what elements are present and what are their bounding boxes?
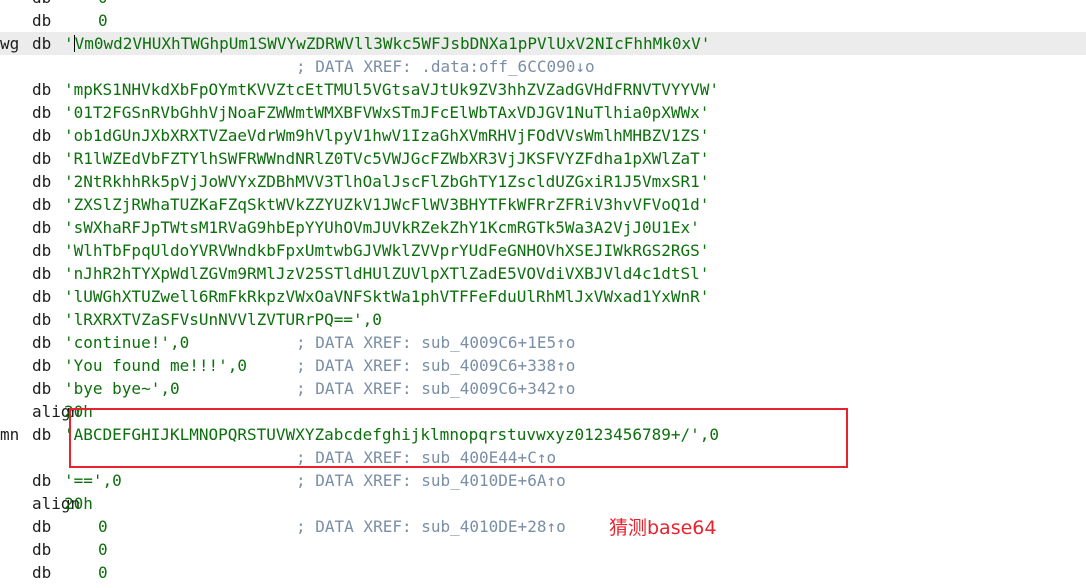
listing-row[interactable]: db 'sWXhaRFJpTWtsM1RVaG9hbEpYYUhOVmJUVkRZ… (0, 216, 1086, 239)
row-comment: ; DATA XREF: .data:off_6CC090↓o (296, 57, 595, 76)
row-directive: db (32, 471, 52, 490)
row-operand: 'ob1dGUnJXbXRXTVZaeVdrWm9hVlpyV1hwV1IzaG… (64, 126, 710, 145)
row-operand: 'lRXRXTVZaSFVsUnNVVlZVTURrPQ==',0 (64, 310, 382, 329)
listing-row[interactable]: db 'mpKS1NHVkdXbFpOYmtKVVZtcEtTMUl5VGtsaV… (0, 78, 1086, 101)
text-cursor (73, 35, 75, 52)
row-operand: '2NtRkhhRk5pVjJoWVYxZDBhMVV3TlhOalJscFlZ… (64, 172, 710, 191)
listing-row[interactable]: db 'ob1dGUnJXbXRXTVZaeVdrWm9hVlpyV1hwV1Iz… (0, 124, 1086, 147)
row-directive: db (32, 333, 52, 352)
listing-row[interactable]: db 'ZXSlZjRWhaTUZKaFZqSktWVkZZYUZkV1JWcFl… (0, 193, 1086, 216)
listing-row[interactable]: db 0 (0, 0, 1086, 9)
row-operand: 'sWXhaRFJpTWtsM1RVaG9hbEpYYUhOVmJUVkRZek… (64, 218, 700, 237)
listing-row[interactable]: align 20h (0, 492, 1086, 515)
row-operand: 0 (98, 0, 108, 9)
listing-row[interactable]: db 'You found me!!!',0 ; DATA XREF: sub_40… (0, 354, 1086, 377)
row-directive: db (32, 425, 52, 444)
row-operand: 'mpKS1NHVkdXbFpOYmtKVVZtcEtTMUl5VGtsaVJt… (64, 80, 720, 99)
row-operand: 'continue!',0 (64, 333, 190, 352)
row-operand: 'ABCDEFGHIJKLMNOPQRSTUVWXYZabcdefghijklm… (64, 425, 720, 444)
row-comment: ; DATA XREF: sub_4009C6+338↑o (296, 356, 576, 375)
row-operand: 0 (98, 540, 108, 559)
listing-row[interactable]: ; DATA XREF: .data:off_6CC090↓o (0, 55, 1086, 78)
row-operand: 0 (98, 563, 108, 582)
listing-row[interactable]: db '01T2FGSnRVbGhhVjNoaFZWWmtWMXBFVWxSTmJ… (0, 101, 1086, 124)
listing-row[interactable]: db 0 (0, 538, 1086, 561)
listing-row[interactable]: ; DATA XREF: sub_400E44+C↑o (0, 446, 1086, 469)
row-comment: ; DATA XREF: sub_400E44+C↑o (296, 448, 557, 467)
listing-row[interactable]: db 0 ; DATA XREF: sub_4010DE+28↑o (0, 515, 1086, 538)
row-operand: 'nJhR2hTYXpWdlZGVm9RMlJzV25STldHUlZUVlpX… (64, 264, 710, 283)
row-operand: 'bye bye~',0 (64, 379, 180, 398)
row-directive: db (32, 0, 51, 9)
row-operand: 'lUWGhXTUZwell6RmFkRkpzVWxOaVNFSktWa1phV… (64, 287, 710, 306)
listing-row[interactable]: db 'lRXRXTVZaSFVsUnNVVlZVTURrPQ==',0 (0, 308, 1086, 331)
listing-row[interactable]: align 20h (0, 400, 1086, 423)
row-operand: '01T2FGSnRVbGhhVjNoaFZWWmtWMXBFVWxSTmJFc… (64, 103, 710, 122)
listing-row[interactable]: mn db 'ABCDEFGHIJKLMNOPQRSTUVWXYZabcdefghi… (0, 423, 1086, 446)
row-operand: 0 (98, 11, 108, 30)
listing-row[interactable]: db 'nJhR2hTYXpWdlZGVm9RMlJzV25STldHUlZUVl… (0, 262, 1086, 285)
listing-row[interactable]: db 0 (0, 561, 1086, 584)
row-directive: db (32, 517, 52, 536)
row-comment: ; DATA XREF: sub_4010DE+28↑o (296, 517, 566, 536)
row-directive: db (32, 563, 52, 582)
row-directive: db (32, 172, 52, 191)
row-operand: 'WlhTbFpqUldoYVRVWndkbFpxUmtwbGJVWklZVVp… (64, 241, 710, 260)
listing-row[interactable]: db 'R1lWZEdVbFZTYlhSWFRWWndNRlZ0TVc5VWJGc… (0, 147, 1086, 170)
row-label: mn (0, 425, 20, 444)
row-directive: db (32, 540, 52, 559)
row-comment: ; DATA XREF: sub_4009C6+342↑o (296, 379, 576, 398)
listing-row[interactable]: db 'continue!',0 ; DATA XREF: sub_4009C6+1… (0, 331, 1086, 354)
row-directive: db (32, 379, 52, 398)
row-operand: 'ZXSlZjRWhaTUZKaFZqSktWVkZZYUZkV1JWcFlWV… (64, 195, 710, 214)
row-directive: db (32, 218, 52, 237)
row-directive: db (32, 80, 52, 99)
row-directive: db (32, 103, 52, 122)
row-label: wg (0, 34, 20, 53)
row-directive: db (32, 287, 52, 306)
row-operand: 20h (64, 494, 93, 513)
row-operand: 20h (64, 402, 93, 421)
listing-row[interactable]: wg db 'Vm0wd2VHUXhTWGhpUm1SWVYwZDRWVll3Wkc… (0, 32, 1086, 55)
annotation-note: 猜测base64 (609, 517, 717, 539)
listing-row[interactable]: db 'bye bye~',0 ; DATA XREF: sub_4009C6+34… (0, 377, 1086, 400)
row-directive: db (32, 11, 52, 30)
row-operand: 'R1lWZEdVbFZTYlhSWFRWWndNRlZ0TVc5VWJGcFZ… (64, 149, 710, 168)
row-comment: ; DATA XREF: sub_4009C6+1E5↑o (296, 333, 576, 352)
listing-row[interactable]: db 'WlhTbFpqUldoYVRVWndkbFpxUmtwbGJVWklZV… (0, 239, 1086, 262)
row-comment: ; DATA XREF: sub_4010DE+6A↑o (296, 471, 566, 490)
row-operand: 'You found me!!!',0 (64, 356, 248, 375)
row-directive: db (32, 241, 52, 260)
row-directive: db (32, 264, 52, 283)
row-directive: db (32, 356, 52, 375)
listing-row[interactable]: db 'lUWGhXTUZwell6RmFkRkpzVWxOaVNFSktWa1p… (0, 285, 1086, 308)
row-operand: 'Vm0wd2VHUXhTWGhpUm1SWVYwZDRWVll3Wkc5WFJ… (64, 34, 711, 53)
row-operand: 0 (98, 517, 108, 536)
listing-row[interactable]: db 0 (0, 9, 1086, 32)
row-directive: db (32, 126, 52, 145)
row-directive: db (32, 310, 52, 329)
disassembly-listing[interactable]: db0db0wgdb'Vm0wd2VHUXhTWGhpUm1SWVYwZDRWV… (0, 0, 1086, 584)
row-operand: '==',0 (64, 471, 122, 490)
row-directive: db (32, 149, 52, 168)
listing-row[interactable]: db '==',0 ; DATA XREF: sub_4010DE+6A↑o (0, 469, 1086, 492)
row-directive: db (32, 195, 52, 214)
listing-row[interactable]: db '2NtRkhhRk5pVjJoWVYxZDBhMVV3TlhOalJscF… (0, 170, 1086, 193)
row-directive: db (32, 34, 52, 53)
